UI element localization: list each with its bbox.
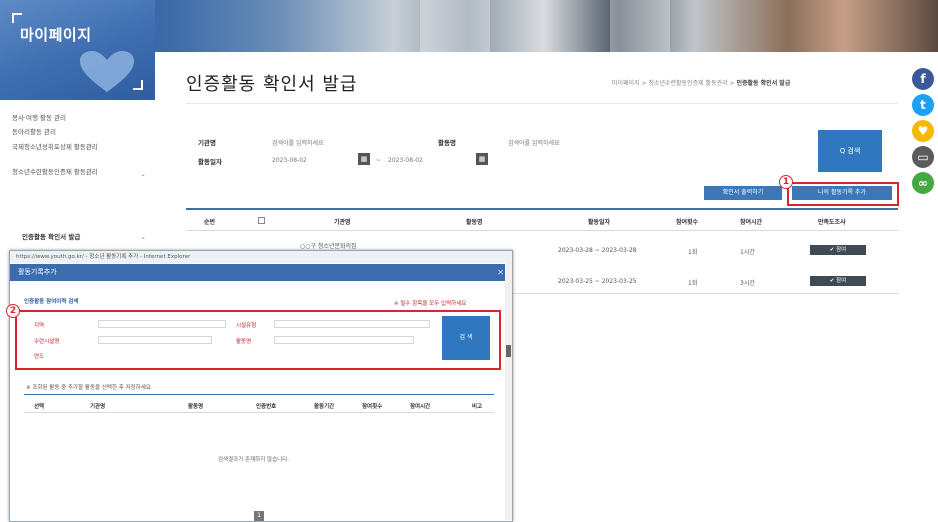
- popup-activity-label: 활동명: [236, 339, 252, 345]
- table-header-count: 참여횟수: [676, 219, 699, 226]
- table-cell-period: 2023-03-25 ~ 2023-03-25: [558, 278, 637, 285]
- popup-title: 활동기록추가: [18, 268, 57, 276]
- popup-section2-title: ※ 조회된 활동 중 추가할 활동을 선택한 후 저장하세요: [26, 385, 151, 391]
- heart-icon: [80, 51, 134, 92]
- logo-title: 마이페이지: [20, 26, 92, 44]
- popup-area-label: 지역: [34, 323, 45, 329]
- activity-label: 활동명: [438, 139, 456, 147]
- page-title: 인증활동 확인서 발급: [186, 74, 358, 95]
- banner-photo-strip: [610, 0, 670, 52]
- table-bottom-border: [513, 293, 898, 294]
- org-input[interactable]: 검색어를 입력하세요: [272, 138, 324, 147]
- date-from-input[interactable]: 2023-08-02: [272, 157, 307, 164]
- mypage-logo[interactable]: 마이페이지: [0, 0, 155, 100]
- table-header-survey: 만족도조사: [818, 219, 846, 226]
- popup-org-name-input[interactable]: [98, 336, 212, 344]
- popup-required-note: ※ 필수 항목을 모두 입력하세요: [394, 301, 467, 307]
- table-top-border: [186, 208, 898, 210]
- survey-button[interactable]: ✔ 참여: [810, 276, 866, 286]
- popup-header-count: 참여횟수: [362, 404, 383, 410]
- popup-table-header-divider: [24, 412, 494, 413]
- popup-area-select[interactable]: [98, 320, 226, 328]
- date-to-input[interactable]: 2023-08-02: [388, 157, 423, 164]
- popup-year-label: 연도: [34, 354, 45, 360]
- calendar-icon[interactable]: ▦: [476, 153, 488, 165]
- print-certificate-button[interactable]: 확인서 출력하기: [704, 186, 782, 200]
- search-button[interactable]: Q 검색: [818, 130, 882, 172]
- sidebar-item-certificate-issue[interactable]: 인증활동 확인서 발급: [10, 233, 92, 242]
- popup-section-title: 인증활동 참여이력 검색: [24, 297, 78, 305]
- popup-header: 활동기록추가 ✕: [10, 264, 512, 281]
- sidebar-item-club[interactable]: 동아리활동 관리: [0, 128, 68, 137]
- org-label: 기관명: [198, 139, 216, 147]
- breadcrumb: 마이페이지 > 청소년수련활동인증제 활동관리 > 인증활동 확인서 발급: [612, 78, 790, 87]
- popup-header-activity: 활동명: [188, 404, 204, 410]
- activity-input[interactable]: 검색어를 입력하세요: [508, 138, 560, 147]
- sidebar-item-certification[interactable]: 청소년수련활동인증제 활동관리: [0, 168, 110, 177]
- link-icon[interactable]: ∞: [912, 172, 934, 194]
- popup-scrollbar[interactable]: [505, 262, 512, 520]
- sidebar-item-award[interactable]: 국제청소년성취포상제 활동관리: [0, 143, 110, 152]
- popup-header-period: 활동기간: [314, 404, 335, 410]
- bracket-decoration: [12, 13, 22, 23]
- table-cell-hours: 3시간: [740, 280, 755, 287]
- date-separator: ~: [376, 157, 382, 164]
- chevron-down-icon[interactable]: ⌄: [140, 233, 146, 241]
- close-icon[interactable]: ✕: [497, 264, 504, 281]
- twitter-icon[interactable]: t: [912, 94, 934, 116]
- table-cell-count: 1회: [688, 249, 698, 256]
- table-cell-hours: 1시간: [740, 249, 755, 256]
- popup-empty-message: 검색결과가 존재하지 않습니다.: [218, 457, 290, 463]
- popup-section1-label: 인증활동 참여이력 검색: [24, 299, 79, 305]
- highlight-box-2: [15, 310, 501, 370]
- popup-header-note: 비고: [472, 404, 483, 410]
- calendar-icon[interactable]: ▦: [358, 153, 370, 165]
- popup-page-number[interactable]: 1: [254, 511, 264, 521]
- step-badge-2: 2: [6, 304, 20, 318]
- popup-scrollbar-thumb[interactable]: [506, 345, 511, 357]
- banner-photo-strip: [420, 0, 490, 52]
- popup-org-name-label: 수련시설명: [34, 339, 60, 345]
- table-cell-count: 1회: [688, 280, 698, 287]
- period-label: 활동일자: [198, 158, 222, 166]
- table-header-period: 활동일자: [588, 219, 611, 226]
- table-header-hours: 참여시간: [740, 219, 763, 226]
- popup-header-org: 기관명: [90, 404, 106, 410]
- sidebar-item-volunteer[interactable]: 봉사·여행 활동 관리: [0, 114, 78, 123]
- popup-org-type-label: 시설유형: [236, 323, 257, 329]
- popup-header-select: 선택: [34, 404, 45, 410]
- facebook-icon[interactable]: f: [912, 68, 934, 90]
- kakaostory-icon[interactable]: ♥: [912, 120, 934, 142]
- popup-table-top-border: [24, 394, 494, 395]
- table-header-activity: 활동명: [466, 219, 483, 226]
- highlight-box-1: [787, 182, 899, 206]
- popup-activity-input[interactable]: [274, 336, 414, 344]
- popup-org-type-select[interactable]: [274, 320, 430, 328]
- survey-button[interactable]: ✔ 참여: [810, 245, 866, 255]
- table-cell-org: ○○구 청소년문화의집: [300, 243, 357, 250]
- band-icon[interactable]: ▭: [912, 146, 934, 168]
- table-header-divider: [186, 230, 898, 231]
- popup-header-cert-no: 인증번호: [256, 404, 277, 410]
- popup-search-button[interactable]: 검 색: [442, 316, 490, 360]
- title-divider: [186, 103, 898, 104]
- select-all-checkbox[interactable]: [258, 217, 265, 224]
- breadcrumb-current: 인증활동 확인서 발급: [736, 80, 791, 87]
- popup-header-hours: 참여시간: [410, 404, 431, 410]
- chevron-down-icon[interactable]: ⌄: [140, 170, 146, 178]
- table-header-no: 순번: [204, 219, 216, 226]
- breadcrumb-path[interactable]: 마이페이지 > 청소년수련활동인증제 활동관리 >: [612, 80, 736, 87]
- step-badge-1: 1: [779, 175, 793, 189]
- table-cell-period: 2023-03-28 ~ 2023-03-28: [558, 247, 637, 254]
- popup-url-bar: https://www.youth.go.kr/ - 청소년 활동기록 추가 -…: [10, 251, 512, 263]
- table-header-org: 기관명: [334, 219, 351, 226]
